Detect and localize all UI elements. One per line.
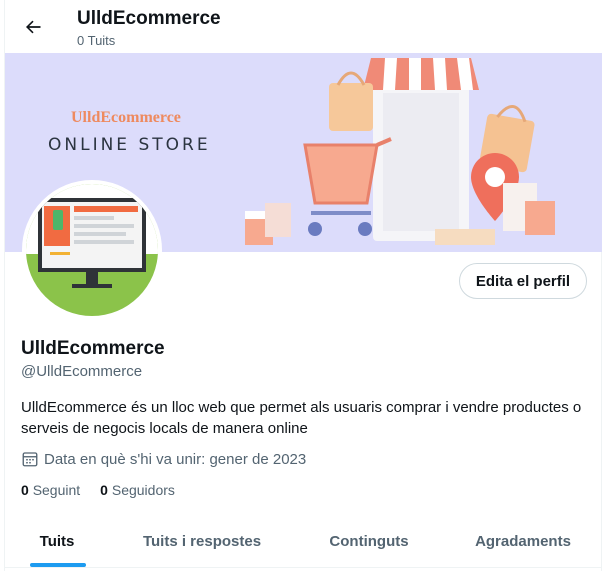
tab-label: Agradaments bbox=[475, 532, 571, 550]
active-tab-indicator bbox=[30, 563, 86, 567]
profile-column: UlldEcommerce 0 Tuits UlldEcommerce ONLI… bbox=[4, 0, 602, 571]
followers-count: 0 bbox=[100, 482, 108, 498]
back-button[interactable] bbox=[17, 11, 49, 43]
profile-bio: UlldEcommerce és un lloc web que permet … bbox=[21, 399, 582, 437]
following-link[interactable]: 0 Seguint bbox=[21, 482, 80, 498]
following-count: 0 bbox=[21, 482, 29, 498]
following-label: Seguint bbox=[32, 482, 81, 498]
edit-profile-button[interactable]: Edita el perfil bbox=[459, 263, 587, 299]
join-date: Data en què s'hi va unir: gener de 2023 bbox=[21, 450, 306, 468]
profile-handle: @UlldEcommerce bbox=[21, 363, 143, 380]
tab-tweets-replies[interactable]: Tuits i respostes bbox=[109, 515, 295, 567]
profile-tabs: Tuits Tuits i respostes Continguts Agrad… bbox=[5, 515, 602, 568]
follow-stats: 0 Seguint 0 Seguidors bbox=[21, 482, 175, 498]
profile-header: UlldEcommerce 0 Tuits bbox=[5, 0, 602, 53]
profile-name: UlldEcommerce bbox=[21, 338, 165, 359]
tab-media[interactable]: Continguts bbox=[295, 515, 443, 567]
calendar-icon bbox=[22, 452, 38, 467]
header-title: UlldEcommerce bbox=[77, 8, 221, 29]
tweet-count: 0 Tuits bbox=[77, 33, 116, 48]
tab-likes[interactable]: Agradaments bbox=[443, 515, 602, 567]
tab-label: Continguts bbox=[329, 532, 409, 550]
tab-tweets[interactable]: Tuits bbox=[5, 515, 109, 567]
tab-label: Tuits i respostes bbox=[142, 532, 262, 550]
avatar-store-illustration bbox=[26, 184, 158, 316]
join-date-text: Data en què s'hi va unir: gener de 2023 bbox=[44, 450, 307, 468]
tab-label: Tuits bbox=[39, 532, 75, 550]
followers-label: Seguidors bbox=[111, 482, 175, 498]
followers-link[interactable]: 0 Seguidors bbox=[100, 482, 175, 498]
profile-avatar[interactable] bbox=[22, 180, 162, 320]
arrow-left-icon bbox=[26, 20, 41, 34]
